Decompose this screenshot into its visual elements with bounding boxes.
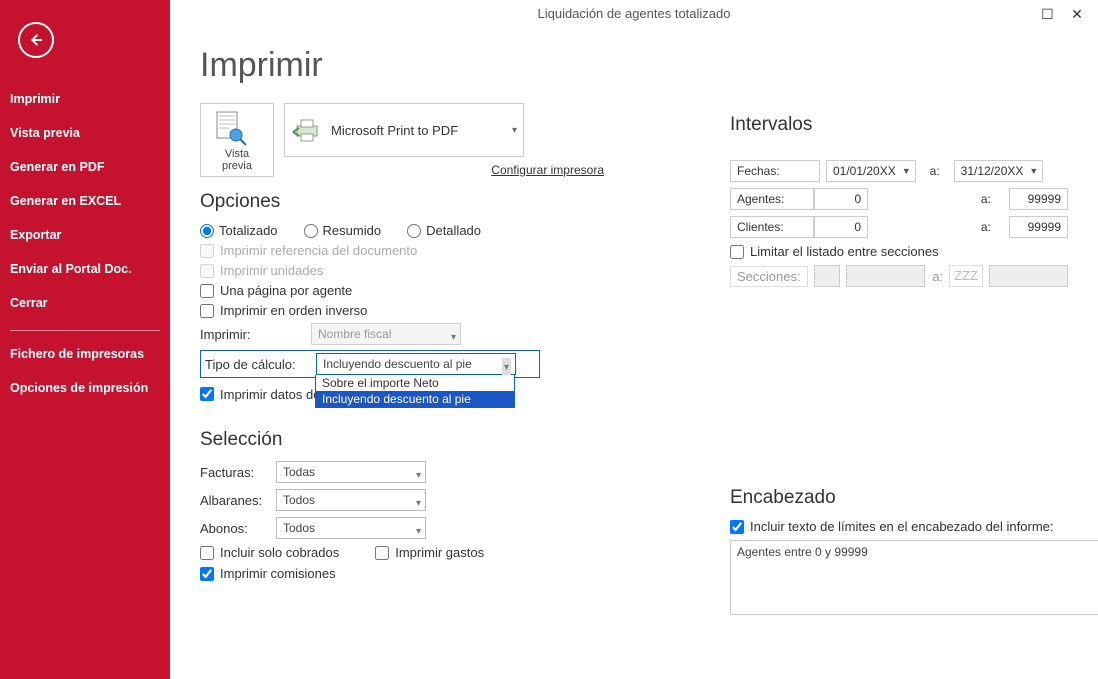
clientes-from-input[interactable]: 0	[854, 220, 861, 234]
radio-totalizado[interactable]: Totalizado	[200, 223, 278, 238]
chk-incluir-texto[interactable]: Incluir texto de límites en el encabezad…	[730, 519, 1054, 534]
fechas-label: Fechas:	[730, 160, 820, 182]
a-label: a:	[975, 216, 997, 238]
chk-imprimir-datos[interactable]: Imprimir datos de	[200, 387, 320, 402]
clientes-to-input[interactable]: 99999	[1028, 220, 1061, 234]
facturas-combo[interactable]: Todas▾	[276, 461, 426, 483]
radio-resumido[interactable]: Resumido	[304, 223, 382, 238]
a-label: a:	[930, 164, 940, 178]
a-label: a:	[975, 188, 997, 210]
secciones-label: Secciones:	[730, 266, 808, 287]
page-title: Imprimir	[200, 46, 1068, 85]
sidebar-item-vista-previa[interactable]: Vista previa	[0, 116, 170, 150]
chk-limitar-secciones[interactable]: Limitar el listado entre secciones	[730, 244, 939, 259]
secciones-to-name	[989, 265, 1068, 287]
albaranes-combo[interactable]: Todos▾	[276, 489, 426, 511]
encabezado-heading: Encabezado	[730, 487, 1068, 509]
clientes-label: Clientes:	[730, 216, 814, 238]
albaranes-label: Albaranes:	[200, 493, 270, 508]
tipo-option-neto[interactable]: Sobre el importe Neto	[316, 375, 514, 391]
a-label: a:	[931, 269, 943, 284]
chk-orden-inverso[interactable]: Imprimir en orden inverso	[200, 303, 367, 318]
printer-icon	[291, 116, 323, 144]
secciones-from-name	[846, 265, 925, 287]
vista-previa-label: Vista previa	[209, 148, 265, 172]
abonos-label: Abonos:	[200, 521, 270, 536]
tipo-calculo-combo[interactable]: Incluyendo descuento al pie▾	[316, 353, 516, 375]
vista-previa-button[interactable]: Vista previa	[200, 103, 274, 177]
sidebar-separator	[10, 330, 160, 331]
chk-solo-cobrados[interactable]: Incluir solo cobrados	[200, 545, 339, 560]
fecha-desde-input[interactable]: 01/01/20XX▼	[826, 160, 916, 182]
facturas-label: Facturas:	[200, 465, 270, 480]
chevron-down-icon: ▾	[451, 328, 456, 348]
abonos-combo[interactable]: Todos▾	[276, 517, 426, 539]
imprimir-field-label: Imprimir:	[200, 327, 305, 342]
tipo-calculo-label: Tipo de cálculo:	[205, 357, 310, 372]
sidebar-item-fichero-impresoras[interactable]: Fichero de impresoras	[0, 337, 170, 371]
chk-imprimir-unidades: Imprimir unidades	[200, 263, 323, 278]
printer-select[interactable]: Microsoft Print to PDF ▾	[284, 103, 524, 157]
tipo-option-descuento[interactable]: Incluyendo descuento al pie	[316, 391, 514, 407]
agentes-to-input[interactable]: 99999	[1028, 192, 1061, 206]
sidebar-item-exportar[interactable]: Exportar	[0, 218, 170, 252]
sidebar-item-enviar-portal[interactable]: Enviar al Portal Doc.	[0, 252, 170, 286]
chevron-down-icon: ▼	[1029, 166, 1038, 176]
secciones-to-code: ZZZ	[949, 265, 983, 287]
window-restore-icon[interactable]: ☐	[1034, 0, 1060, 28]
sidebar-item-imprimir[interactable]: Imprimir	[0, 82, 170, 116]
chevron-down-icon: ▾	[416, 466, 421, 486]
back-button[interactable]	[18, 22, 54, 58]
chk-imprimir-referencia: Imprimir referencia del documento	[200, 243, 417, 258]
chk-una-pagina[interactable]: Una página por agente	[200, 283, 352, 298]
window-close-icon[interactable]: ✕	[1064, 0, 1090, 28]
chk-imprimir-comisiones[interactable]: Imprimir comisiones	[200, 566, 336, 581]
encabezado-textarea[interactable]: Agentes entre 0 y 99999	[730, 540, 1098, 615]
configurar-impresora-link[interactable]: Configurar impresora	[284, 163, 604, 177]
sidebar-item-cerrar[interactable]: Cerrar	[0, 286, 170, 320]
chevron-down-icon: ▼	[902, 166, 911, 176]
arrow-left-icon	[27, 31, 45, 49]
chk-imprimir-gastos[interactable]: Imprimir gastos	[375, 545, 484, 560]
agentes-label: Agentes:	[730, 188, 814, 210]
document-preview-icon	[209, 110, 249, 146]
sidebar-item-opciones-impresion[interactable]: Opciones de impresión	[0, 371, 170, 405]
chevron-down-icon: ▾	[416, 522, 421, 542]
agentes-from-input[interactable]: 0	[854, 192, 861, 206]
printer-dropdown-arrow-icon[interactable]: ▾	[512, 125, 517, 136]
sidebar-item-generar-pdf[interactable]: Generar en PDF	[0, 150, 170, 184]
imprimir-combo: Nombre fiscal▾	[311, 323, 461, 345]
chevron-down-icon: ▾	[416, 494, 421, 514]
radio-detallado[interactable]: Detallado	[407, 223, 481, 238]
intervalos-heading: Intervalos	[730, 114, 1068, 136]
fecha-hasta-input[interactable]: 31/12/20XX▼	[954, 160, 1044, 182]
printer-name: Microsoft Print to PDF	[331, 123, 458, 138]
sidebar-item-generar-excel[interactable]: Generar en EXCEL	[0, 184, 170, 218]
window-title: Liquidación de agentes totalizado	[538, 6, 731, 21]
secciones-from-code	[814, 265, 841, 287]
